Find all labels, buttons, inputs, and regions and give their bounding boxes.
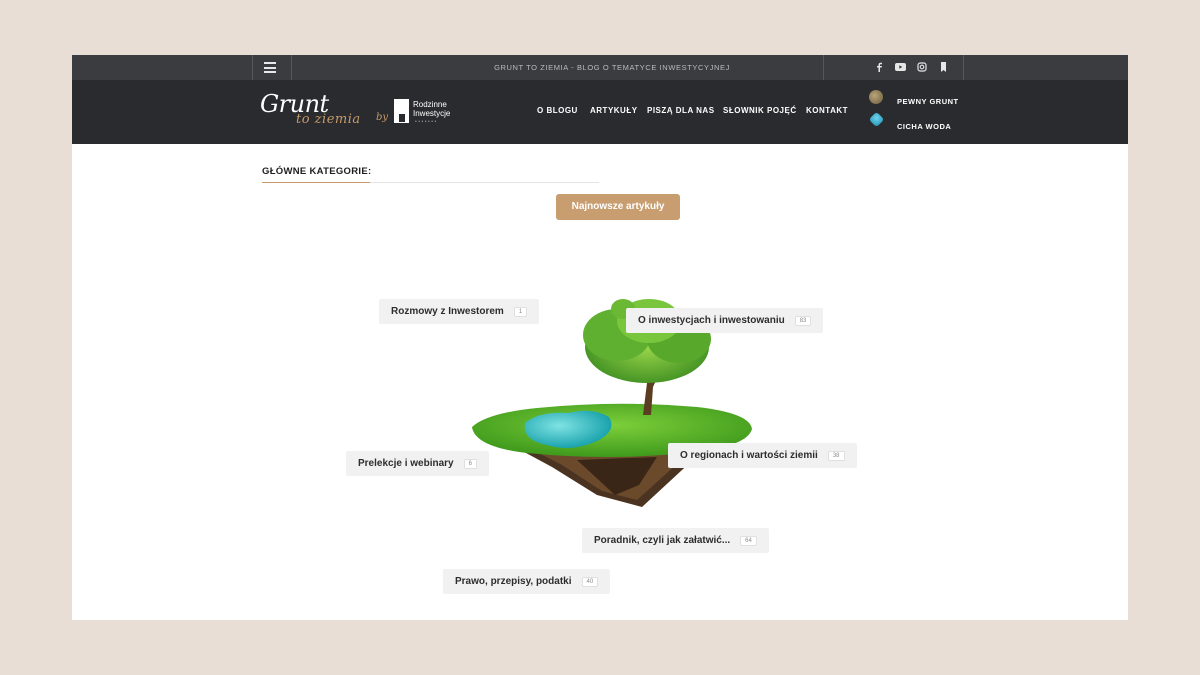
topbar-divider (291, 55, 292, 80)
facebook-icon[interactable] (872, 60, 886, 74)
instagram-icon[interactable] (915, 60, 929, 74)
partner-logo-dots: ••••••• (415, 119, 438, 125)
category-label: Rozmowy z Inwestorem (391, 306, 504, 317)
nav-o-blogu[interactable]: O BLOGU (537, 106, 578, 115)
topbar-divider (823, 55, 824, 80)
pewny-grunt-icon (869, 90, 883, 104)
category-tag-poradnik[interactable]: Poradnik, czyli jak załatwić... 64 (582, 528, 769, 553)
cicha-woda-icon (868, 111, 885, 128)
site-tagline: GRUNT TO ZIEMIA - BLOG O TEMATYCE INWEST… (494, 63, 730, 72)
category-tag-o-inwestycjach[interactable]: O inwestycjach i inwestowaniu 83 (626, 308, 824, 333)
page-frame: GRUNT TO ZIEMIA - BLOG O TEMATYCE INWEST… (72, 55, 1128, 620)
nav-artykuly[interactable]: ARTYKUŁY (590, 106, 638, 115)
logo-text-by: by (376, 112, 389, 123)
nav-pisza-dla-nas[interactable]: PISZĄ DLA NAS (647, 106, 715, 115)
category-label: Poradnik, czyli jak załatwić... (594, 535, 731, 546)
category-count-badge: 64 (740, 535, 757, 546)
category-count-badge: 83 (794, 315, 812, 326)
top-bar: GRUNT TO ZIEMIA - BLOG O TEMATYCE INWEST… (72, 55, 1128, 80)
bookmark-icon[interactable] (936, 60, 950, 74)
section-title: GŁÓWNE KATEGORIE: (262, 166, 372, 177)
logo-text-to-ziemia: to ziemia (296, 112, 361, 127)
hamburger-icon[interactable] (264, 62, 276, 73)
category-tag-rozmowy-z-inwestorem[interactable]: Rozmowy z Inwestorem 1 (379, 299, 540, 324)
category-tag-prawo-przepisy-podatki[interactable]: Prawo, przepisy, podatki 40 (443, 569, 611, 594)
section-divider-accent (262, 182, 370, 183)
partner-link-pewny-grunt[interactable]: PEWNY GRUNT (897, 97, 959, 106)
nav-slownik-pojec[interactable]: SŁOWNIK POJĘĆ (723, 106, 797, 115)
rodzinne-inwestycje-mark-icon (394, 99, 409, 123)
category-count-badge: 6 (463, 458, 477, 469)
topbar-divider (252, 55, 253, 80)
partner-link-cicha-woda[interactable]: CICHA WODA (897, 122, 951, 131)
partner-logo-text: Rodzinne Inwestycje (413, 100, 451, 118)
category-tag-prelekcje-i-webinary[interactable]: Prelekcje i webinary 6 (346, 451, 489, 476)
nav-kontakt[interactable]: KONTAKT (806, 106, 848, 115)
site-header: Grunt to ziemia by Rodzinne Inwestycje •… (72, 80, 1128, 144)
category-tag-o-regionach[interactable]: O regionach i wartości ziemii 38 (668, 443, 857, 468)
category-count-badge: 40 (581, 576, 599, 587)
category-label: Prelekcje i webinary (358, 458, 454, 469)
category-label: Prawo, przepisy, podatki (455, 576, 572, 587)
category-label: O regionach i wartości ziemii (680, 450, 818, 461)
youtube-icon[interactable] (893, 60, 907, 74)
latest-articles-button[interactable]: Najnowsze artykuły (556, 194, 680, 220)
category-label: O inwestycjach i inwestowaniu (638, 315, 785, 326)
topbar-divider (963, 55, 964, 80)
category-count-badge: 1 (513, 306, 528, 317)
category-count-badge: 38 (827, 450, 845, 461)
